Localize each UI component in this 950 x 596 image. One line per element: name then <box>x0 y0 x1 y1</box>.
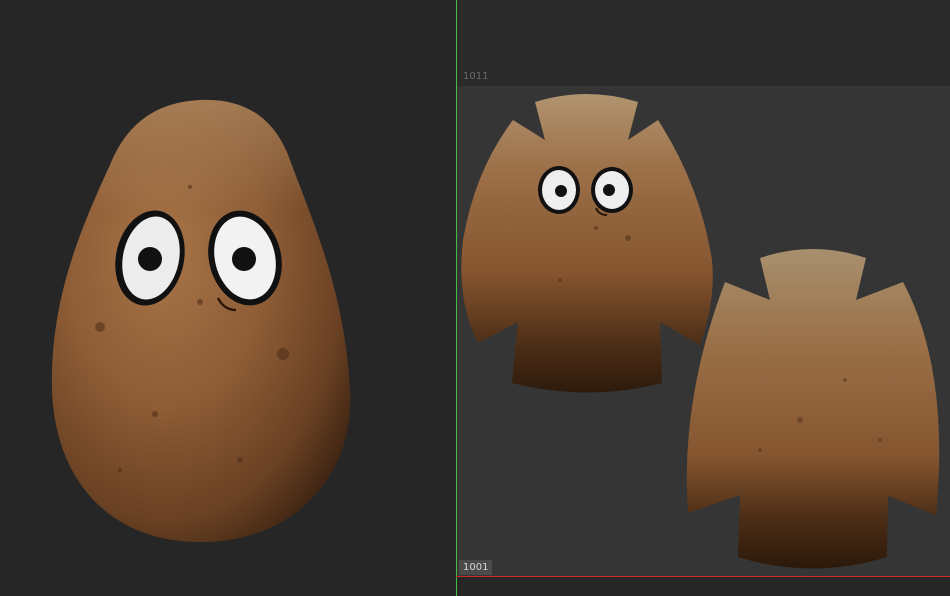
potato-model[interactable] <box>0 0 456 596</box>
viewport-3d[interactable] <box>0 0 456 596</box>
uv-editor[interactable]: 1011 1001 <box>456 0 950 596</box>
v-axis-line <box>456 0 457 596</box>
tile-label-1001: 1001 <box>459 560 493 575</box>
u-axis-line <box>456 576 950 577</box>
uv-shell-front[interactable] <box>461 94 713 393</box>
tile-label-1011: 1011 <box>463 71 489 82</box>
uv-shell-back[interactable] <box>686 249 940 569</box>
